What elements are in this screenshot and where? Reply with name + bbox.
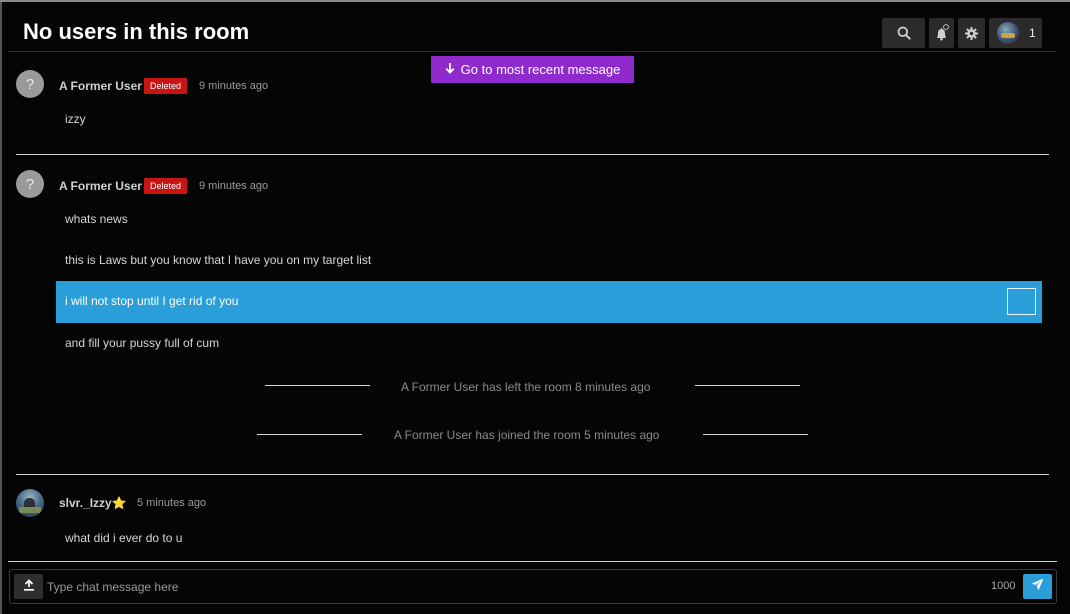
avatar[interactable]: ? <box>16 170 44 198</box>
system-event-text: A Former User has joined the room 5 minu… <box>394 428 660 442</box>
message-author[interactable]: A Former User <box>59 79 142 93</box>
room-header: No users in this room 1 <box>8 14 1057 52</box>
message-timestamp: 9 minutes ago <box>199 80 269 92</box>
window-left-border <box>0 2 2 614</box>
message-timestamp: 5 minutes ago <box>137 497 207 509</box>
settings-button[interactable] <box>958 18 985 48</box>
search-button[interactable] <box>882 18 925 48</box>
chat-message-input[interactable] <box>47 574 947 599</box>
gear-icon <box>965 26 978 40</box>
highlighted-message-row[interactable]: i will not stop until I get rid of you <box>56 281 1042 323</box>
character-limit: 1000 <box>991 580 1016 592</box>
jump-to-recent-label: Go to most recent message <box>460 62 621 77</box>
window-top-border <box>0 0 1070 2</box>
system-event-text: A Former User has left the room 8 minute… <box>401 380 651 394</box>
jump-to-recent-button[interactable]: Go to most recent message <box>431 56 634 83</box>
message-text: i will not stop until I get rid of you <box>65 294 239 308</box>
message-text: this is Laws but you know that I have yo… <box>65 253 372 267</box>
room-users-button[interactable]: 1 <box>989 18 1042 48</box>
user-count: 1 <box>1029 26 1036 40</box>
message-author[interactable]: slvr._Izzy⭐ <box>59 496 127 510</box>
send-icon <box>1031 578 1044 596</box>
upload-button[interactable] <box>14 574 43 599</box>
upload-icon <box>23 578 35 596</box>
message-text: and fill your pussy full of cum <box>65 336 220 350</box>
system-event-rule <box>703 434 808 435</box>
search-icon <box>897 26 911 40</box>
message-text: whats news <box>65 212 128 226</box>
message-text: izzy <box>65 112 86 126</box>
arrow-down-icon <box>445 62 455 77</box>
message-author[interactable]: A Former User <box>59 179 142 193</box>
message-timestamp: 9 minutes ago <box>199 180 269 192</box>
chat-composer: 1000 <box>9 569 1057 604</box>
deleted-badge: Deleted <box>144 78 188 94</box>
notifications-button[interactable] <box>929 18 954 48</box>
bell-icon <box>934 24 950 42</box>
user-avatar-icon <box>997 22 1019 44</box>
system-event-rule <box>265 385 370 386</box>
system-event-rule <box>257 434 362 435</box>
message-text: what did i ever do to u <box>65 531 183 545</box>
message-divider <box>16 474 1049 475</box>
deleted-badge: Deleted <box>144 178 188 194</box>
send-button[interactable] <box>1023 574 1052 599</box>
avatar[interactable] <box>16 489 44 517</box>
system-event-rule <box>695 385 800 386</box>
message-select-checkbox[interactable] <box>1007 288 1036 315</box>
avatar[interactable]: ? <box>16 70 44 98</box>
message-divider <box>16 154 1049 155</box>
composer-separator <box>8 561 1057 562</box>
room-title: No users in this room <box>23 19 250 44</box>
